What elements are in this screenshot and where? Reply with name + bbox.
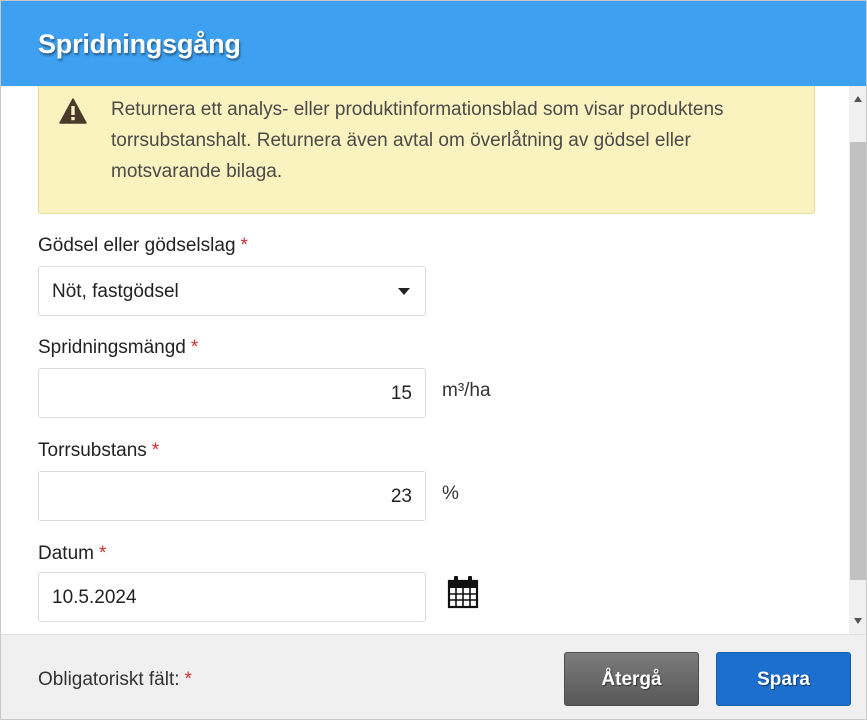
required-mark: *: [240, 235, 248, 256]
required-note: Obligatoriskt fält: *: [38, 669, 192, 691]
date-input[interactable]: 10.5.2024: [38, 572, 426, 622]
dialog-content: Returnera ett analys- eller produktinfor…: [1, 86, 849, 634]
dry-matter-value: 23: [390, 486, 412, 507]
date-value: 10.5.2024: [52, 587, 137, 608]
calendar-icon[interactable]: [446, 575, 480, 609]
scroll-up-arrow-icon[interactable]: [854, 96, 862, 102]
manure-type-value: Nöt, fastgödsel: [52, 281, 179, 302]
required-mark: *: [151, 440, 160, 461]
date-label: Datum *: [38, 543, 106, 565]
required-note-text: Obligatoriskt fält:: [38, 669, 180, 690]
spread-amount-label: Spridningsmängd *: [38, 337, 198, 359]
dialog-footer: Obligatoriskt fält: * Återgå Spara: [1, 634, 866, 719]
spread-amount-label-text: Spridningsmängd: [38, 337, 186, 358]
manure-type-select[interactable]: Nöt, fastgödsel: [38, 266, 426, 316]
manure-type-label: Gödsel eller gödselslag *: [38, 235, 248, 257]
date-label-text: Datum: [38, 543, 94, 564]
spread-amount-value: 15: [390, 383, 412, 404]
warning-text: Returnera ett analys- eller produktinfor…: [111, 99, 724, 182]
warning-triangle-icon: [59, 98, 87, 124]
dry-matter-label: Torrsubstans *: [38, 440, 159, 462]
scroll-down-arrow-icon[interactable]: [854, 618, 862, 624]
dry-matter-unit: %: [442, 483, 459, 504]
scrollbar-thumb[interactable]: [850, 142, 866, 580]
dialog: Spridningsgång Returnera ett analys- ell…: [0, 0, 867, 720]
manure-type-label-text: Gödsel eller gödselslag: [38, 235, 236, 256]
dialog-title: Spridningsgång: [38, 29, 241, 59]
dry-matter-label-text: Torrsubstans: [38, 440, 147, 461]
dialog-header: Spridningsgång: [1, 1, 866, 86]
required-mark: *: [184, 669, 192, 690]
dry-matter-input[interactable]: 23: [38, 471, 426, 521]
spread-amount-unit: m³/ha: [442, 380, 491, 401]
required-mark: *: [98, 543, 107, 564]
save-button[interactable]: Spara: [716, 652, 851, 706]
chevron-down-icon: [398, 288, 410, 295]
warning-box: Returnera ett analys- eller produktinfor…: [38, 86, 815, 214]
back-button[interactable]: Återgå: [564, 652, 699, 706]
vertical-scrollbar[interactable]: [849, 86, 866, 634]
spread-amount-input[interactable]: 15: [38, 368, 426, 418]
required-mark: *: [190, 337, 199, 358]
